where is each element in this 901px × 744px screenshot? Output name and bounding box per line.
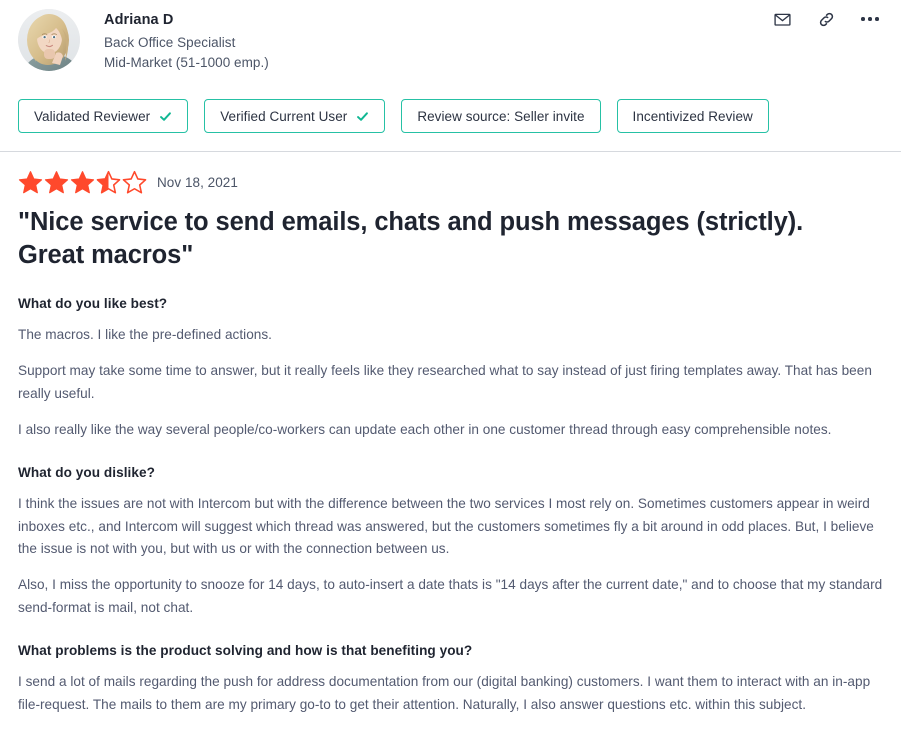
star-icon-half	[96, 170, 121, 195]
qa-question: What do you dislike?	[18, 465, 155, 481]
star-icon-empty	[122, 170, 147, 195]
check-icon	[159, 110, 172, 123]
email-icon[interactable]	[769, 6, 795, 32]
reviewer-role: Back Office Specialist	[104, 35, 236, 50]
qa-answer: I send a lot of mails regarding the push…	[18, 674, 871, 712]
qa-question: What problems is the product solving and…	[18, 643, 473, 659]
reviewer-name: Adriana D	[104, 12, 174, 28]
star-icon-filled	[18, 170, 43, 195]
reviewer-meta: Adriana D Back Office Specialist Mid-Mar…	[104, 9, 269, 73]
avatar	[18, 9, 80, 71]
header-actions	[769, 6, 883, 32]
review-card: Adriana D Back Office Specialist Mid-Mar…	[0, 0, 901, 744]
review-title: "Nice service to send emails, chats and …	[18, 208, 804, 269]
header-divider	[0, 151, 901, 152]
qa-block-problems-solving: What problems is the product solving and…	[18, 641, 883, 716]
rating-row: Nov 18, 2021	[18, 170, 883, 195]
star-icon-filled	[70, 170, 95, 195]
review-header: Adriana D Back Office Specialist Mid-Mar…	[18, 0, 883, 73]
more-options-icon[interactable]	[857, 6, 883, 32]
star-rating	[18, 170, 147, 195]
qa-answer: The macros. I like the pre-defined actio…	[18, 327, 272, 342]
check-icon	[356, 110, 369, 123]
badge-validated-reviewer[interactable]: Validated Reviewer	[18, 99, 189, 133]
review-date: Nov 18, 2021	[157, 175, 238, 190]
badge-verified-current-user[interactable]: Verified Current User	[204, 99, 386, 133]
badge-label: Review source: Seller invite	[417, 108, 585, 124]
badge-label: Verified Current User	[220, 108, 348, 124]
more-options-dots	[861, 17, 879, 21]
badge-incentivized-review[interactable]: Incentivized Review	[616, 99, 769, 133]
qa-block-dislike: What do you dislike? I think the issues …	[18, 463, 883, 619]
badge-review-source[interactable]: Review source: Seller invite	[401, 99, 601, 133]
reviewer-company-segment: Mid-Market (51-1000 emp.)	[104, 55, 269, 70]
review-badges: Validated Reviewer Verified Current User…	[18, 99, 883, 133]
qa-answer: Support may take some time to answer, bu…	[18, 363, 872, 401]
star-icon-filled	[44, 170, 69, 195]
qa-answer: Also, I miss the opportunity to snooze f…	[18, 577, 883, 615]
link-icon[interactable]	[813, 6, 839, 32]
qa-answer: I think the issues are not with Intercom…	[18, 496, 874, 557]
badge-label: Validated Reviewer	[34, 108, 151, 124]
qa-answer: I also really like the way several peopl…	[18, 421, 832, 437]
qa-question: What do you like best?	[18, 296, 168, 311]
badge-label: Incentivized Review	[632, 108, 753, 124]
qa-block-like-best: What do you like best? The macros. I lik…	[18, 294, 883, 441]
